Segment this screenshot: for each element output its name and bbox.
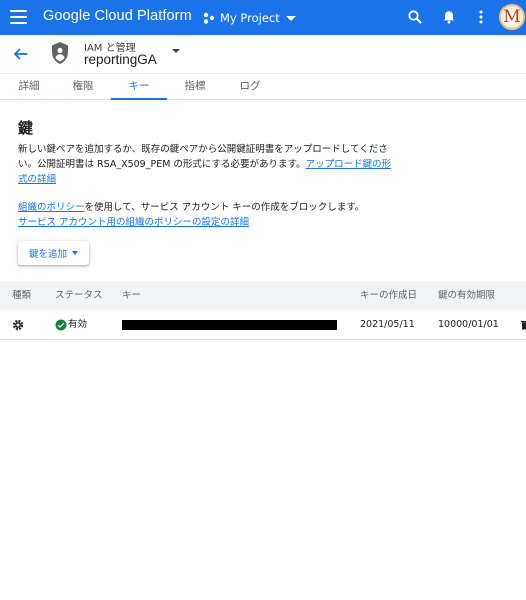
table-header: 種類 ステータス キー キーの作成日 鍵の有効期限: [0, 281, 526, 310]
policy-text: を使用して、サービス アカウント キーの作成をブロックします。: [84, 202, 365, 213]
status-text: 有効: [68, 319, 88, 330]
key-id-redacted: [122, 320, 337, 330]
table-row: 有効 2021/05/11 10000/01/01: [0, 310, 526, 340]
project-selector[interactable]: My Project: [203, 9, 296, 27]
upload-key-format-link[interactable]: アップロード鍵の形: [306, 159, 392, 170]
add-key-button[interactable]: 鍵を追加: [18, 241, 89, 265]
avatar[interactable]: M: [499, 4, 525, 30]
check-circle-icon: [55, 319, 67, 331]
tab-metrics[interactable]: 指標: [174, 74, 216, 100]
policy-description: 組織のポリシーを使用して、サービス アカウント キーの作成をブロックします。 サ…: [18, 200, 403, 230]
notifications-icon[interactable]: [440, 8, 458, 26]
add-key-label: 鍵を追加: [28, 249, 67, 260]
tab-keys[interactable]: キー: [111, 74, 167, 100]
page-header: IAM と管理 reportingGA: [0, 35, 526, 73]
created-date: 2021/05/11: [360, 319, 415, 330]
tab-logs[interactable]: ログ: [229, 74, 271, 100]
expiry-date: 10000/01/01: [438, 319, 499, 330]
column-created: キーの作成日: [360, 290, 418, 301]
shield-icon: [52, 42, 68, 64]
chevron-down-icon: [72, 251, 78, 255]
tab-bar: 詳細 権限 キー 指標 ログ: [0, 73, 526, 100]
app-title[interactable]: Google Cloud Platform: [43, 8, 192, 24]
menu-icon[interactable]: [10, 10, 27, 24]
tab-details[interactable]: 詳細: [8, 74, 50, 100]
project-name: My Project: [220, 11, 280, 25]
keys-description: 新しい鍵ペアを追加するか、既存の鍵ペアから公開鍵証明書をアップロードしてくださ …: [18, 142, 403, 187]
back-arrow-icon[interactable]: [12, 45, 30, 63]
section-title: 鍵: [18, 119, 34, 137]
policy-settings-link[interactable]: サービス アカウント用の組織のポリシーの設定の詳細: [18, 217, 249, 228]
gear-icon: [12, 319, 24, 331]
column-type: 種類: [12, 290, 32, 301]
column-expires: 鍵の有効期限: [438, 290, 496, 301]
column-key: キー: [122, 290, 142, 301]
delete-icon[interactable]: [520, 318, 526, 332]
org-policy-link[interactable]: 組織のポリシー: [18, 202, 85, 213]
desc-line2: い。公開証明書は RSA_X509_PEM の形式にする必要があります。: [18, 159, 306, 170]
page-title: reportingGA: [84, 52, 157, 67]
column-status: ステータス: [55, 290, 103, 301]
account-dropdown-icon[interactable]: [172, 49, 180, 53]
upload-key-format-link-cont[interactable]: 式の詳細: [18, 174, 56, 185]
tab-permissions[interactable]: 権限: [62, 74, 104, 100]
top-app-bar: Google Cloud Platform My Project M: [0, 0, 526, 35]
desc-line1: 新しい鍵ペアを追加するか、既存の鍵ペアから公開鍵証明書をアップロードしてくださ: [18, 144, 388, 155]
more-vert-icon[interactable]: [472, 8, 490, 26]
project-icon: [203, 12, 215, 24]
search-icon[interactable]: [406, 8, 424, 26]
chevron-down-icon: [285, 15, 296, 21]
